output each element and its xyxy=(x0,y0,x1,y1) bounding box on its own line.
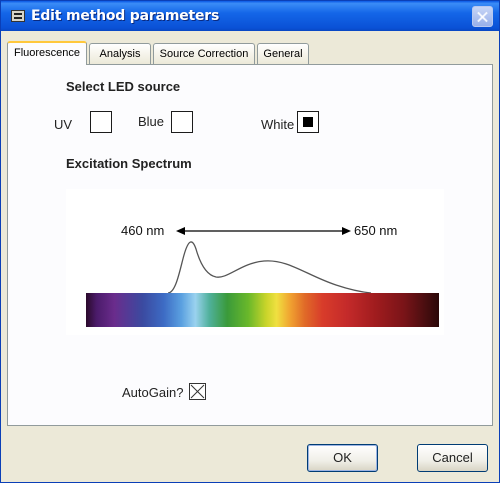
range-start-label: 460 nm xyxy=(121,223,165,238)
close-icon[interactable] xyxy=(472,6,493,27)
tab-general[interactable]: General xyxy=(257,43,309,64)
tab-source-correction[interactable]: Source Correction xyxy=(153,43,255,64)
tab-analysis[interactable]: Analysis xyxy=(89,43,151,64)
range-end-label: 650 nm xyxy=(354,223,398,238)
led-source-heading: Select LED source xyxy=(66,79,181,94)
app-icon xyxy=(11,10,25,22)
uv-label: UV xyxy=(54,117,73,132)
white-checkbox[interactable] xyxy=(297,111,319,133)
spectrum-curve-path xyxy=(167,241,372,294)
white-label: White xyxy=(261,117,295,132)
blue-checkbox[interactable] xyxy=(171,111,193,133)
range-arrow-left-head xyxy=(176,227,185,235)
color-spectrum-bar xyxy=(86,293,439,327)
tab-fluorescence[interactable]: Fluorescence xyxy=(7,41,87,65)
excitation-spectrum-heading: Excitation Spectrum xyxy=(66,156,192,171)
dialog-window: Edit method parameters Fluorescence Anal… xyxy=(0,0,500,483)
ok-button[interactable]: OK xyxy=(307,444,378,472)
cancel-button[interactable]: Cancel xyxy=(417,444,488,472)
check-x-icon xyxy=(190,384,205,399)
window-title: Edit method parameters xyxy=(31,8,220,24)
uv-checkbox[interactable] xyxy=(90,111,112,133)
blue-label: Blue xyxy=(138,114,165,129)
autogain-checkbox[interactable] xyxy=(189,383,206,400)
range-arrow-right-head xyxy=(342,227,351,235)
excitation-spectrum-image: 460 nm 650 nm xyxy=(66,189,444,335)
autogain-label: AutoGain? xyxy=(122,385,184,400)
title-bar[interactable]: Edit method parameters xyxy=(1,1,499,31)
